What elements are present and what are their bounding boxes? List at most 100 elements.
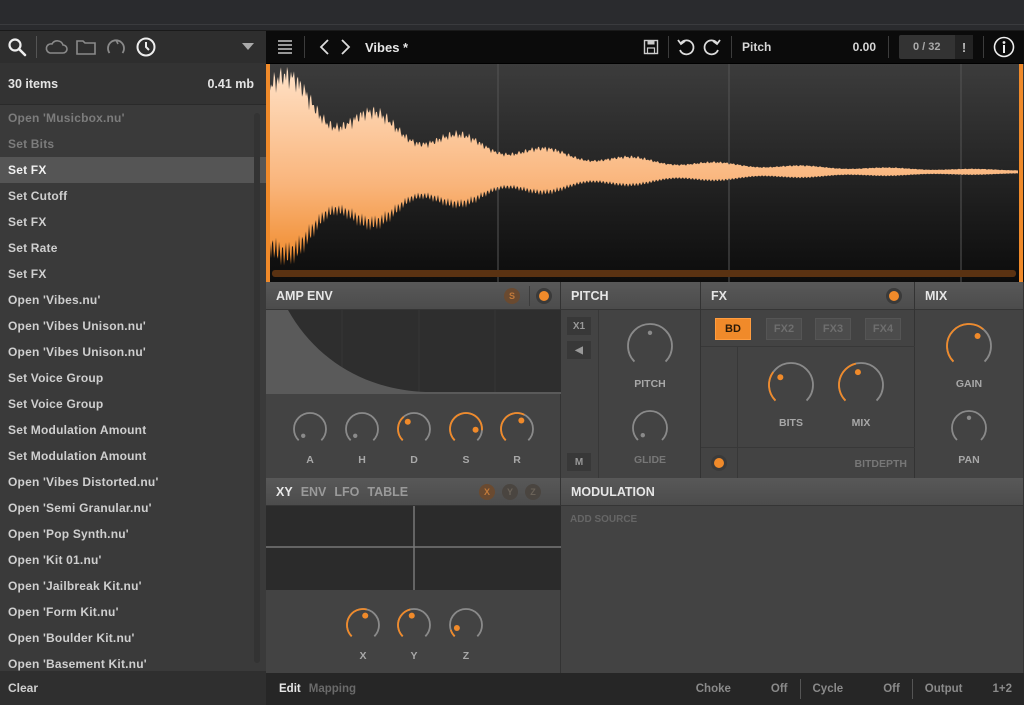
info-icon[interactable] bbox=[984, 31, 1024, 63]
axis-button-z[interactable]: Z bbox=[525, 484, 541, 500]
tab-lfo[interactable]: LFO bbox=[334, 485, 359, 499]
knob-d[interactable] bbox=[394, 409, 434, 449]
preset-title[interactable]: Vibes * bbox=[365, 40, 408, 55]
voice-count: 0 / 32 bbox=[913, 41, 941, 53]
knob-arc bbox=[632, 410, 668, 441]
knob-x[interactable] bbox=[343, 605, 383, 645]
history-item[interactable]: Set Bits bbox=[0, 131, 266, 157]
reverse-button[interactable]: ◀ bbox=[567, 341, 591, 359]
knob-icon[interactable] bbox=[103, 34, 129, 60]
xy-pad[interactable] bbox=[266, 506, 561, 590]
history-item[interactable]: Open 'Boulder Kit.nu' bbox=[0, 625, 266, 651]
knob-y[interactable] bbox=[394, 605, 434, 645]
octave-button[interactable]: X1 bbox=[567, 317, 591, 335]
folder-icon[interactable] bbox=[73, 34, 99, 60]
mix-title: MIX bbox=[925, 288, 948, 303]
history-item[interactable]: Set Cutoff bbox=[0, 183, 266, 209]
knob-s[interactable] bbox=[446, 409, 486, 449]
fx-enable-led[interactable] bbox=[886, 288, 902, 304]
history-item[interactable]: Open 'Semi Granular.nu' bbox=[0, 495, 266, 521]
fx-tab-bd[interactable]: BD bbox=[715, 318, 751, 340]
history-item[interactable]: Open 'Basement Kit.nu' bbox=[0, 651, 266, 671]
history-item[interactable]: Set Rate bbox=[0, 235, 266, 261]
redo-icon[interactable] bbox=[699, 31, 725, 63]
end-marker[interactable] bbox=[1019, 64, 1023, 283]
history-item[interactable]: Open 'Vibes Distorted.nu' bbox=[0, 469, 266, 495]
previous-preset-icon[interactable] bbox=[313, 31, 335, 63]
output-value[interactable]: 1+2 bbox=[992, 683, 1012, 695]
knob-glide[interactable] bbox=[629, 407, 671, 449]
tab-mapping[interactable]: Mapping bbox=[309, 683, 356, 695]
history-item[interactable]: Open 'Musicbox.nu' bbox=[0, 105, 266, 131]
fx-tab-fx3[interactable]: FX3 bbox=[815, 318, 851, 340]
knob-pan[interactable] bbox=[948, 407, 990, 449]
tab-table[interactable]: TABLE bbox=[367, 485, 408, 499]
knob-indicator bbox=[453, 624, 460, 631]
scrollbar[interactable] bbox=[254, 113, 260, 663]
choke-value[interactable]: Off bbox=[771, 683, 788, 695]
alert-button[interactable]: ! bbox=[955, 35, 973, 59]
next-preset-icon[interactable] bbox=[335, 31, 357, 63]
clear-button[interactable]: Clear bbox=[0, 671, 266, 705]
sample-range-bar[interactable] bbox=[272, 270, 1016, 277]
cloud-icon[interactable] bbox=[43, 34, 69, 60]
history-item[interactable]: Set FX bbox=[0, 261, 266, 287]
pitch-title: PITCH bbox=[571, 288, 609, 303]
history-item[interactable]: Open 'Form Kit.nu' bbox=[0, 599, 266, 625]
tab-xy[interactable]: XY bbox=[276, 485, 293, 499]
tab-edit[interactable]: Edit bbox=[279, 683, 301, 695]
undo-icon[interactable] bbox=[673, 31, 699, 63]
history-item[interactable]: Set Voice Group bbox=[0, 365, 266, 391]
tab-env[interactable]: ENV bbox=[301, 485, 327, 499]
save-icon[interactable] bbox=[634, 31, 668, 63]
knob-h[interactable] bbox=[342, 409, 382, 449]
axis-button-y[interactable]: Y bbox=[502, 484, 518, 500]
history-item[interactable]: Open 'Jailbreak Kit.nu' bbox=[0, 573, 266, 599]
add-source-button[interactable]: ADD SOURCE bbox=[570, 514, 637, 525]
history-item[interactable]: Open 'Pop Synth.nu' bbox=[0, 521, 266, 547]
history-item[interactable]: Set FX bbox=[0, 209, 266, 235]
fx-mod-led[interactable] bbox=[711, 455, 727, 471]
knob-indicator bbox=[518, 417, 525, 424]
knob-mix[interactable] bbox=[835, 359, 887, 411]
envelope-graph[interactable] bbox=[266, 310, 561, 394]
fx-title: FX bbox=[711, 288, 727, 303]
axis-button-x[interactable]: X bbox=[479, 484, 495, 500]
knob-a[interactable] bbox=[290, 409, 330, 449]
knob-label: MIX bbox=[851, 417, 871, 429]
history-item[interactable]: Open 'Kit 01.nu' bbox=[0, 547, 266, 573]
history-item[interactable]: Open 'Vibes Unison.nu' bbox=[0, 339, 266, 365]
mono-button[interactable]: M bbox=[567, 453, 591, 471]
knob-arc bbox=[627, 323, 673, 363]
knob-indicator bbox=[362, 612, 369, 619]
solo-button[interactable]: S bbox=[504, 288, 520, 304]
history-item[interactable]: Set FX bbox=[0, 157, 266, 183]
amp-env-title: AMP ENV bbox=[276, 288, 333, 303]
knob-pitch[interactable] bbox=[624, 320, 676, 372]
knob-bits[interactable] bbox=[765, 359, 817, 411]
knob-r[interactable] bbox=[497, 409, 537, 449]
waveform-display[interactable] bbox=[266, 63, 1024, 283]
amp-env-enable-led[interactable] bbox=[536, 288, 552, 304]
sidebar-toolbar bbox=[0, 31, 266, 63]
preset-header: Vibes * Pitch 0.00 0 / 32 ! bbox=[266, 31, 1024, 63]
history-item[interactable]: Set Modulation Amount bbox=[0, 417, 266, 443]
start-marker[interactable] bbox=[266, 64, 270, 283]
cycle-value[interactable]: Off bbox=[883, 683, 900, 695]
history-item[interactable]: Open 'Vibes.nu' bbox=[0, 287, 266, 313]
history-item[interactable]: Open 'Vibes Unison.nu' bbox=[0, 313, 266, 339]
voice-counter[interactable]: 0 / 32 ! bbox=[899, 35, 973, 59]
knob-gain[interactable] bbox=[943, 320, 995, 372]
fx-tab-fx2[interactable]: FX2 bbox=[766, 318, 802, 340]
dropdown-arrow-icon[interactable] bbox=[242, 43, 254, 50]
modulation-title: MODULATION bbox=[571, 484, 655, 499]
clock-icon[interactable] bbox=[133, 34, 159, 60]
fx-tab-fx4[interactable]: FX4 bbox=[865, 318, 901, 340]
history-item[interactable]: Set Modulation Amount bbox=[0, 443, 266, 469]
knob-indicator bbox=[408, 612, 415, 619]
knob-z[interactable] bbox=[446, 605, 486, 645]
search-icon[interactable] bbox=[4, 34, 30, 60]
menu-icon[interactable] bbox=[266, 31, 304, 63]
fx-divider bbox=[737, 347, 738, 447]
history-item[interactable]: Set Voice Group bbox=[0, 391, 266, 417]
